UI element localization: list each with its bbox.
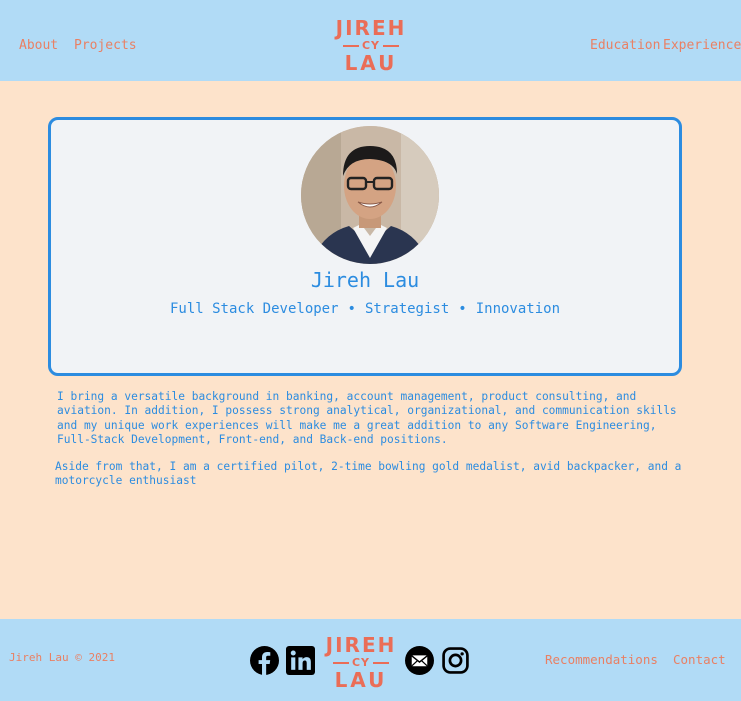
logo-line-3: LAU <box>334 668 388 692</box>
bio-line: aviation. In addition, I possess strong … <box>57 404 677 418</box>
nav-projects[interactable]: Projects <box>74 38 137 53</box>
profile-card: Jireh Lau Full Stack Developer • Strategis… <box>48 117 682 376</box>
linkedin-icon[interactable] <box>286 646 315 675</box>
copyright-text: Jireh Lau © 2021 <box>9 651 115 664</box>
role-separator: • <box>458 301 467 317</box>
facebook-icon[interactable] <box>250 646 279 675</box>
logo-line-1: JIREH <box>325 633 397 657</box>
bio-line: motorcycle enthusiast <box>55 474 197 488</box>
logo-line-2: CY <box>323 657 399 668</box>
bio-line: Full-Stack Development, Front-end, and B… <box>57 433 448 447</box>
logo-line-2: CY <box>333 40 409 51</box>
profile-name: Jireh Lau <box>310 268 420 292</box>
bio-paragraph-1: I bring a versatile background in bankin… <box>57 390 677 448</box>
role-2: Strategist <box>364 301 450 317</box>
nav-education[interactable]: Education <box>590 38 660 53</box>
role-3: Innovation <box>475 301 561 317</box>
bio-line: and my unique work experiences will make… <box>57 418 657 432</box>
site-header: About Projects JIREH CY LAU Education Ex… <box>0 0 741 81</box>
bio-line: Aside from that, I am a certified pilot,… <box>55 460 682 473</box>
logo-line-3: LAU <box>344 51 398 75</box>
bio-line: I bring a versatile background in bankin… <box>57 390 637 403</box>
footer-logo[interactable]: JIREH CY LAU <box>323 635 399 690</box>
profile-roles: Full Stack Developer • Strategist • Innovati… <box>51 301 679 317</box>
site-logo[interactable]: JIREH CY LAU <box>333 18 409 73</box>
avatar <box>301 126 439 264</box>
email-icon[interactable] <box>405 646 434 675</box>
profile-photo <box>301 126 439 264</box>
role-1: Full Stack Developer <box>169 301 339 317</box>
footer-link-contact[interactable]: Contact <box>673 652 726 667</box>
role-separator: • <box>347 301 356 317</box>
site-footer: Jireh Lau © 2021 JIREH CY LAU Recommenda… <box>0 619 741 701</box>
instagram-icon[interactable] <box>441 646 470 675</box>
footer-link-recommendations[interactable]: Recommendations <box>545 652 658 667</box>
nav-experience[interactable]: Experience <box>663 38 741 53</box>
logo-line-1: JIREH <box>335 16 407 40</box>
bio-paragraph-2: Aside from that, I am a certified pilot,… <box>55 460 681 489</box>
nav-about[interactable]: About <box>19 38 58 53</box>
